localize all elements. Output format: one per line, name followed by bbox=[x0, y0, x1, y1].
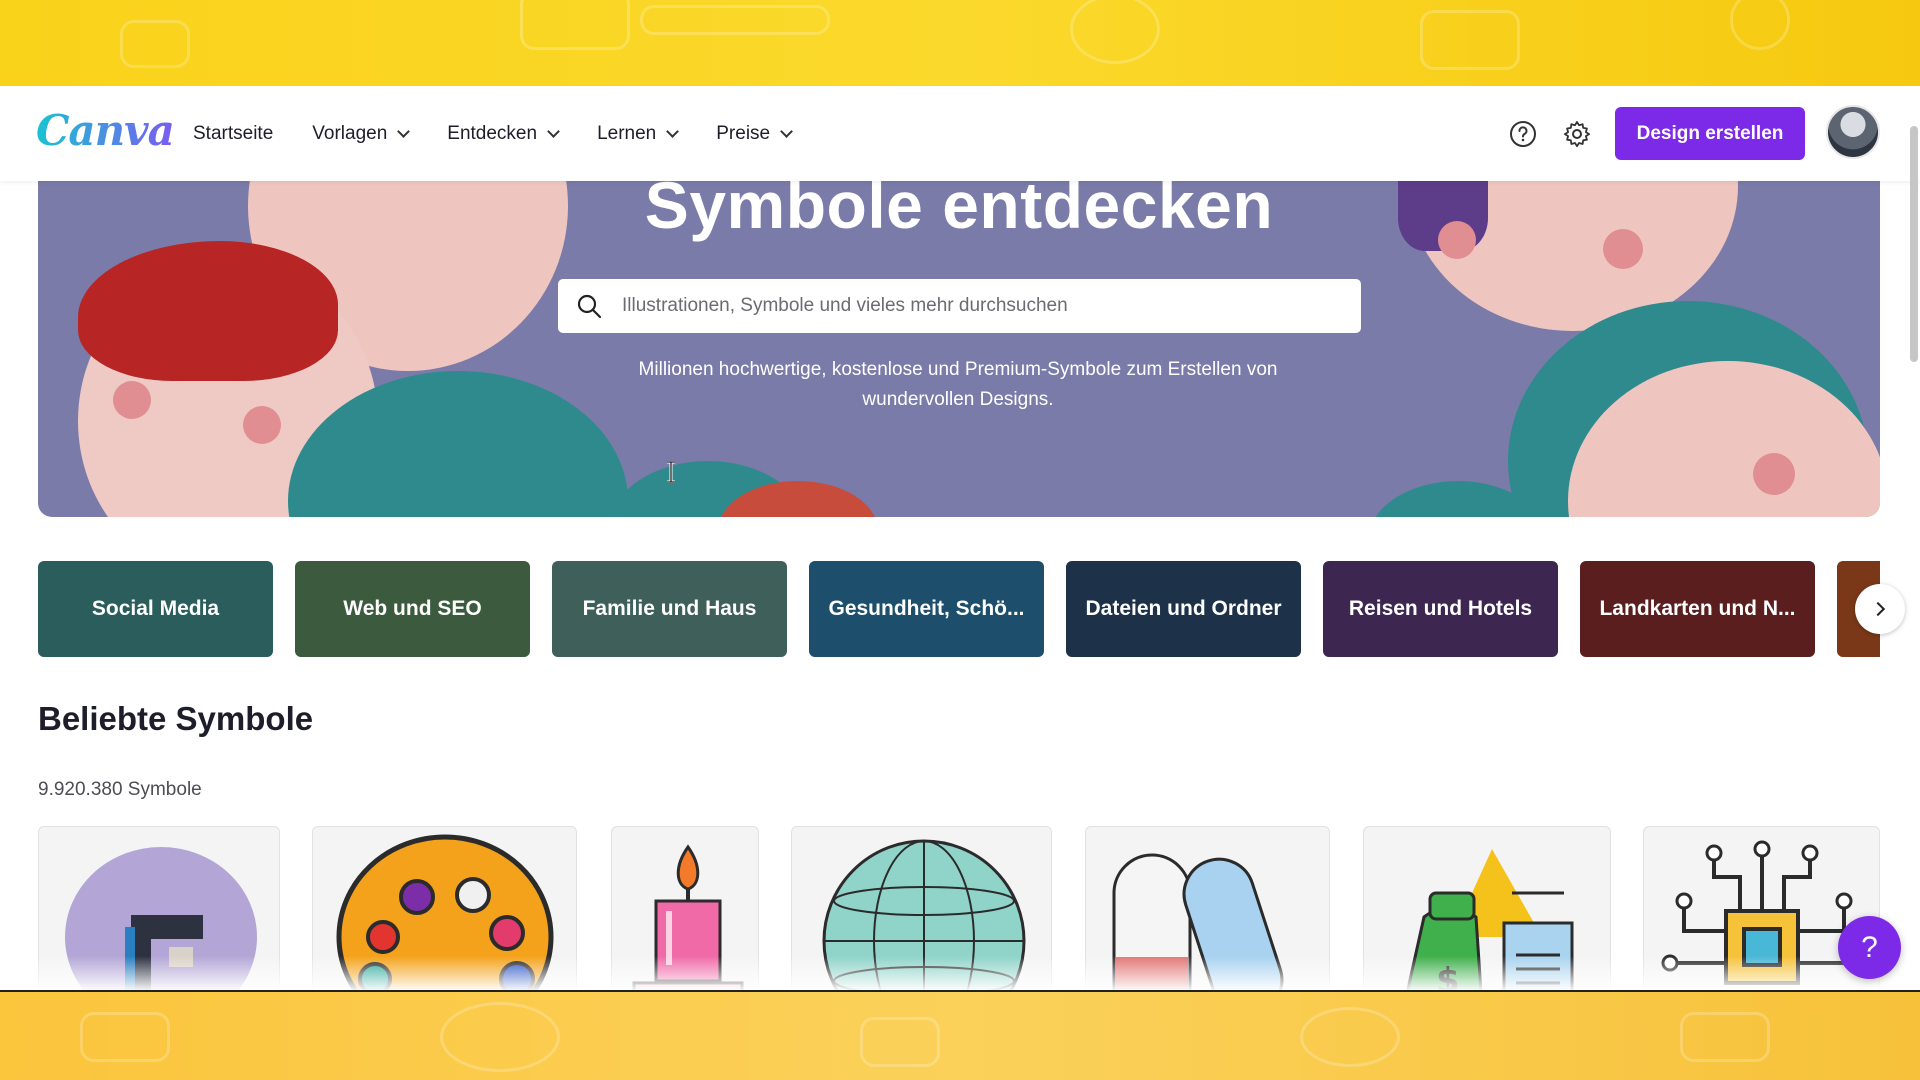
nav-lernen[interactable]: Lernen bbox=[597, 122, 680, 145]
nav-startseite[interactable]: Startseite bbox=[193, 123, 273, 145]
canva-logo[interactable]: Canva bbox=[36, 106, 175, 155]
chevron-down-icon bbox=[547, 124, 560, 138]
nav-label: Lernen bbox=[597, 122, 657, 144]
nav-label: Entdecken bbox=[447, 122, 538, 144]
help-circle-icon[interactable] bbox=[1509, 120, 1537, 148]
nav-entdecken[interactable]: Entdecken bbox=[447, 122, 560, 145]
category-dateien-ordner[interactable]: Dateien und Ordner bbox=[1066, 561, 1301, 657]
category-label: Familie und Haus bbox=[582, 597, 757, 620]
chevron-right-icon bbox=[1870, 601, 1886, 617]
chevron-down-icon bbox=[780, 124, 793, 138]
hero-title: Symbole entdecken bbox=[644, 181, 1274, 242]
main-nav: Startseite Vorlagen Entdecken Lernen Pre… bbox=[193, 86, 793, 181]
search-bar[interactable]: Illustrationen, Symbole und vieles mehr … bbox=[558, 279, 1361, 333]
chevron-down-icon bbox=[666, 124, 680, 138]
nav-vorlagen[interactable]: Vorlagen bbox=[312, 122, 411, 145]
category-label: Reisen und Hotels bbox=[1348, 597, 1533, 620]
section-title: Beliebte Symbole bbox=[38, 700, 314, 737]
chevron-down-icon bbox=[397, 124, 411, 138]
divider bbox=[0, 990, 1920, 992]
category-label: Gesundheit, Schö... bbox=[828, 597, 1025, 620]
user-avatar[interactable] bbox=[1826, 105, 1880, 159]
category-label: Social Media bbox=[91, 597, 220, 620]
background-frame-top bbox=[0, 0, 1920, 86]
category-carousel: Social Media Web und SEO Familie und Hau… bbox=[38, 561, 1880, 657]
category-familie-haus[interactable]: Familie und Haus bbox=[552, 561, 787, 657]
hero-banner: Symbole entdecken Illustrationen, Symbol… bbox=[38, 181, 1880, 517]
gear-icon[interactable] bbox=[1563, 120, 1591, 148]
category-label: Web und SEO bbox=[343, 597, 482, 620]
top-navigation: Canva Startseite Vorlagen Entdecken Lern… bbox=[0, 86, 1920, 181]
help-button[interactable]: ? bbox=[1838, 916, 1901, 979]
category-social-media[interactable]: Social Media bbox=[38, 561, 273, 657]
bottom-fade bbox=[0, 956, 1920, 992]
result-count: 9.920.380 Symbole bbox=[38, 779, 202, 800]
nav-label: Preise bbox=[716, 122, 771, 144]
text-cursor-icon bbox=[667, 461, 675, 483]
search-icon bbox=[577, 294, 602, 319]
nav-preise[interactable]: Preise bbox=[716, 122, 793, 145]
category-label: Landkarten und N... bbox=[1599, 597, 1796, 620]
browser-viewport: Canva Startseite Vorlagen Entdecken Lern… bbox=[0, 86, 1920, 992]
create-design-button[interactable]: Design erstellen bbox=[1615, 107, 1805, 160]
search-input[interactable]: Illustrationen, Symbole und vieles mehr … bbox=[622, 295, 1068, 317]
category-landkarten[interactable]: Landkarten und N... bbox=[1580, 561, 1815, 657]
category-reisen-hotels[interactable]: Reisen und Hotels bbox=[1323, 561, 1558, 657]
carousel-next-button[interactable] bbox=[1855, 584, 1905, 634]
scrollbar-thumb[interactable] bbox=[1910, 126, 1918, 362]
category-gesundheit[interactable]: Gesundheit, Schö... bbox=[809, 561, 1044, 657]
nav-label: Startseite bbox=[193, 122, 274, 144]
nav-label: Vorlagen bbox=[312, 122, 388, 144]
category-label: Dateien und Ordner bbox=[1085, 597, 1282, 620]
background-frame-bottom bbox=[0, 992, 1920, 1080]
hero-subtitle: Millionen hochwertige, kostenlose und Pr… bbox=[638, 359, 1278, 410]
category-web-seo[interactable]: Web und SEO bbox=[295, 561, 530, 657]
